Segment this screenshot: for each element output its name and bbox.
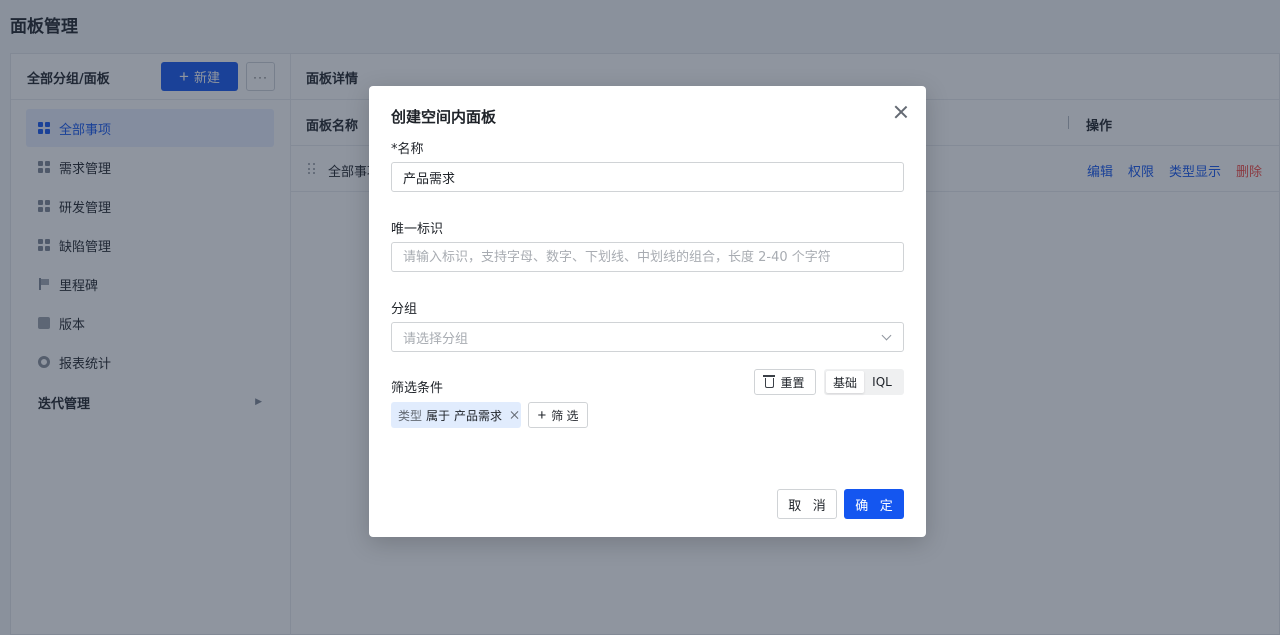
filter-tag-op: 属于	[426, 408, 451, 423]
group-label: 分组	[391, 302, 418, 317]
reset-button[interactable]: 重置	[754, 369, 816, 395]
chevron-down-icon	[881, 330, 892, 341]
cancel-button[interactable]: 取 消	[777, 489, 837, 519]
confirm-button[interactable]: 确 定	[844, 489, 904, 519]
filter-mode-toggle: 基础 IQL	[824, 369, 904, 395]
group-select-placeholder: 请选择分组	[403, 331, 469, 347]
name-label: *名称	[391, 142, 424, 157]
mode-basic-tab[interactable]: 基础	[826, 371, 864, 393]
create-panel-dialog: 创建空间内面板 *名称 唯一标识 分组 请选择分组 筛选条件 重置 基础 IQL…	[369, 86, 926, 537]
add-filter-label: 筛 选	[551, 408, 579, 423]
mode-iql-tab[interactable]: IQL	[864, 371, 900, 393]
add-filter-button[interactable]: + 筛 选	[528, 402, 588, 428]
group-select[interactable]: 请选择分组	[391, 322, 904, 352]
filter-tag-value: 产品需求	[454, 408, 503, 423]
close-icon[interactable]	[893, 104, 909, 120]
dialog-title: 创建空间内面板	[391, 108, 497, 126]
trash-icon	[763, 375, 776, 388]
tag-close-icon[interactable]	[510, 410, 520, 420]
plus-icon: +	[537, 406, 547, 424]
reset-button-label: 重置	[780, 375, 805, 390]
filter-label: 筛选条件	[391, 381, 444, 396]
filter-tag[interactable]: 类型 属于 产品需求	[391, 402, 521, 428]
key-input[interactable]	[391, 242, 904, 272]
key-label: 唯一标识	[391, 222, 444, 237]
filter-tag-key: 类型	[398, 408, 423, 423]
name-input[interactable]	[391, 162, 904, 192]
